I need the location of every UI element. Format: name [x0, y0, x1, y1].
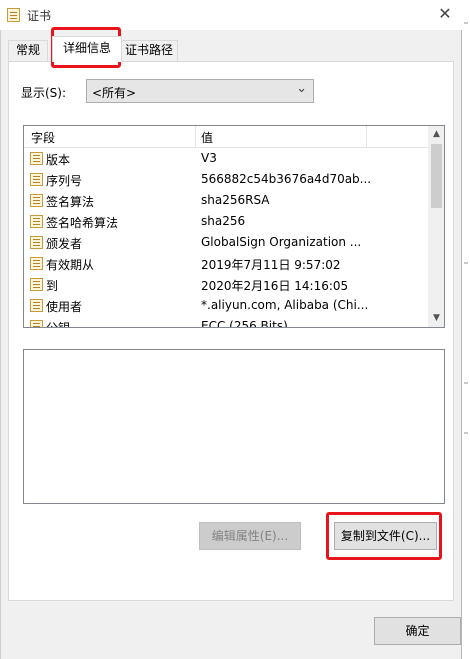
list-item-value: 2020年2月16日 14:16:05: [201, 279, 349, 293]
list-item-value: sha256RSA: [201, 193, 270, 207]
chevron-down-icon: ⌄: [296, 81, 307, 96]
list-item[interactable]: 使用者 *.aliyun.com, Alibaba (Chi...: [24, 295, 428, 316]
list-header: 字段 值: [24, 126, 428, 148]
certificate-field-icon: [30, 257, 43, 270]
tab-certification-path[interactable]: 证书路径: [120, 40, 178, 61]
show-label: 显示(S):: [21, 86, 67, 100]
list-item-field: 颁发者: [46, 237, 83, 251]
list-item[interactable]: 到 2020年2月16日 14:16:05: [24, 274, 428, 295]
list-item-field: 使用者: [46, 300, 83, 314]
column-divider[interactable]: [195, 126, 196, 147]
list-item[interactable]: 有效期从 2019年7月11日 9:57:02: [24, 253, 428, 274]
show-dropdown[interactable]: <所有> ⌄: [86, 79, 314, 103]
desktop-fragment: [464, 22, 468, 24]
list-item-field: 签名算法: [46, 195, 95, 209]
certificate-icon: [7, 8, 20, 22]
column-header-field[interactable]: 字段: [31, 129, 55, 146]
list-item[interactable]: 公钥 ECC (256 Bits): [24, 316, 428, 328]
title-bar: 证书 ✕: [0, 0, 462, 30]
window-title: 证书: [27, 9, 52, 23]
show-dropdown-value: <所有>: [92, 86, 137, 100]
list-item-value: ECC (256 Bits): [201, 319, 288, 328]
list-item-field: 序列号: [46, 174, 83, 188]
list-item[interactable]: 颁发者 GlobalSign Organization ...: [24, 232, 428, 253]
tab-general[interactable]: 常规: [8, 40, 48, 61]
list-item-value: V3: [201, 151, 217, 165]
list-item-value: sha256: [201, 214, 246, 228]
ok-button[interactable]: 确定: [374, 617, 461, 645]
edit-properties-button[interactable]: 编辑属性(E)...: [199, 522, 301, 550]
desktop-fragment: [464, 382, 468, 384]
desktop-fragment: [464, 262, 468, 264]
field-list[interactable]: 字段 值 版本 V3 序列号 566882c54b3676a4d70ab... 签名算法…: [23, 125, 445, 328]
list-item[interactable]: 签名哈希算法 sha256: [24, 211, 428, 232]
highlight-box: [326, 512, 442, 560]
list-item-field: 版本: [46, 153, 71, 167]
list-item-value: 566882c54b3676a4d70ab...: [201, 172, 372, 186]
column-divider[interactable]: [366, 126, 367, 147]
list-item-field: 有效期从: [46, 258, 95, 272]
certificate-field-icon: [30, 194, 43, 207]
scroll-thumb[interactable]: [431, 144, 442, 208]
certificate-field-icon: [30, 299, 43, 312]
certificate-field-icon: [30, 320, 43, 327]
desktop-fragment: [464, 432, 468, 434]
scroll-up-icon[interactable]: ▲: [428, 126, 444, 143]
list-item-value: *.aliyun.com, Alibaba (Chi...: [201, 298, 369, 312]
certificate-field-icon: [30, 173, 43, 186]
certificate-field-icon: [30, 152, 43, 165]
close-button[interactable]: ✕: [430, 2, 460, 28]
scroll-down-icon[interactable]: ▼: [428, 310, 444, 327]
column-header-value[interactable]: 值: [201, 129, 213, 146]
certificate-field-icon: [30, 278, 43, 291]
tab-details[interactable]: 详细信息: [52, 36, 122, 62]
list-item-field: 签名哈希算法: [46, 216, 119, 230]
list-item-field: 公钥: [46, 321, 71, 328]
list-item[interactable]: 序列号 566882c54b3676a4d70ab...: [24, 169, 428, 190]
list-scrollbar[interactable]: ▲ ▼: [428, 126, 444, 327]
list-item[interactable]: 签名算法 sha256RSA: [24, 190, 428, 211]
field-detail-box[interactable]: [23, 349, 445, 504]
certificate-field-icon: [30, 236, 43, 249]
list-item-value: 2019年7月11日 9:57:02: [201, 258, 341, 272]
certificate-field-icon: [30, 215, 43, 228]
list-item-value: GlobalSign Organization ...: [201, 235, 362, 249]
desktop-background: [462, 0, 470, 659]
list-item-field: 到: [46, 279, 59, 293]
list-item[interactable]: 版本 V3: [24, 148, 428, 169]
